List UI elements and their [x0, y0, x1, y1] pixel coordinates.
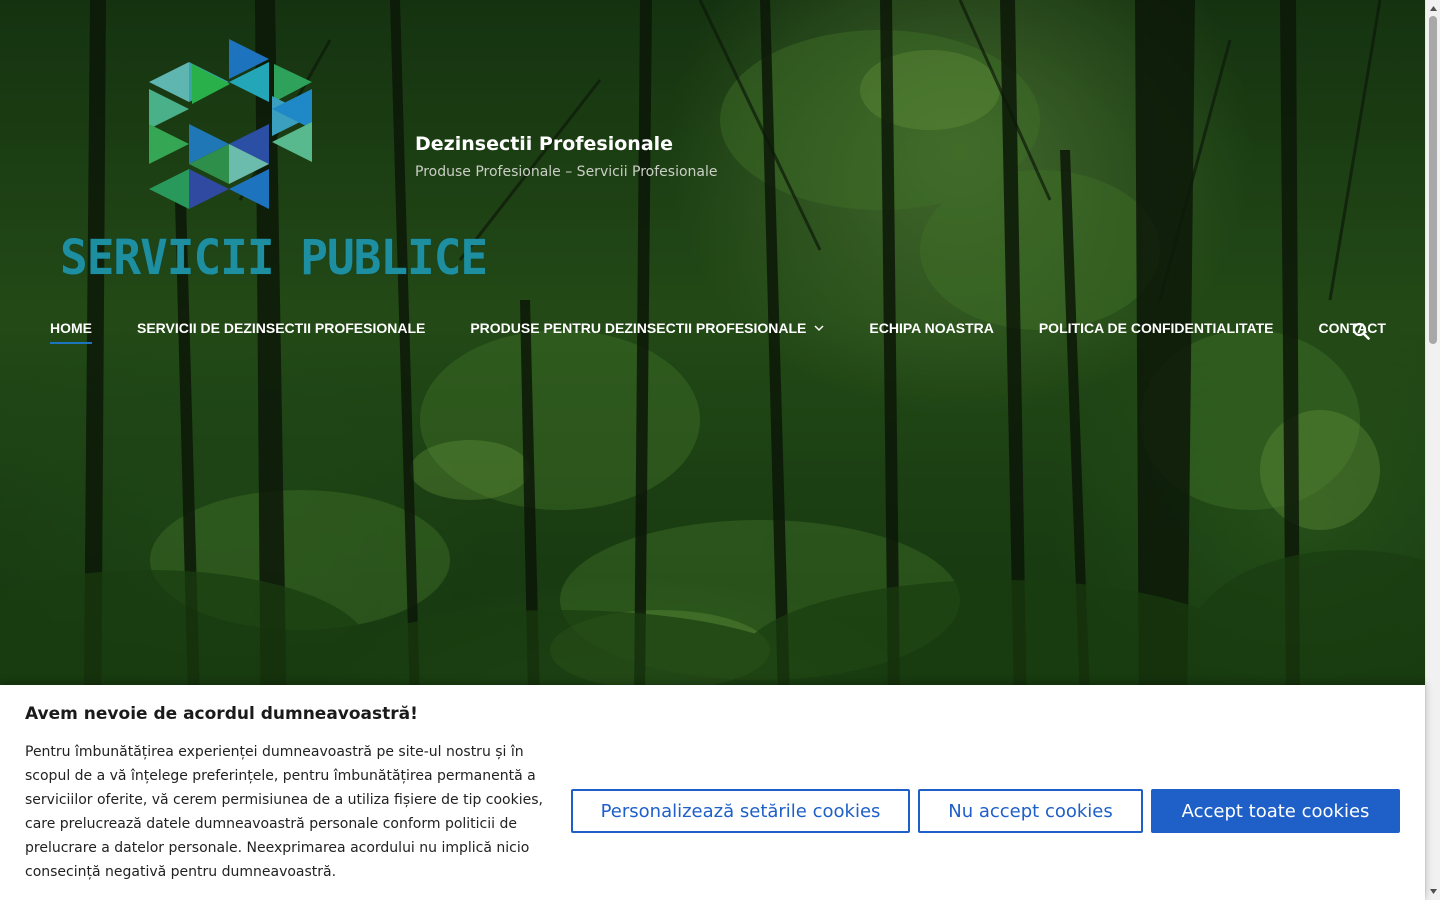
chevron-down-icon — [814, 325, 824, 332]
page-scrollbar[interactable] — [1425, 0, 1440, 900]
accept-cookies-button[interactable]: Accept toate cookies — [1151, 789, 1400, 833]
nav-item-produse[interactable]: PRODUSE PENTRU DEZINSECTII PROFESIONALE — [470, 320, 824, 344]
cookie-title: Avem nevoie de acordul dumneavoastră! — [25, 704, 418, 724]
customize-cookies-button[interactable]: Personalizează setările cookies — [571, 789, 910, 833]
nav-item-servicii[interactable]: SERVICII DE DEZINSECTII PROFESIONALE — [137, 320, 425, 344]
nav-item-home[interactable]: HOME — [50, 320, 92, 344]
nav-item-echipa[interactable]: ECHIPA NOASTRA — [869, 320, 993, 344]
nav-item-label: HOME — [50, 320, 92, 336]
cookie-consent-banner: Avem nevoie de acordul dumneavoastră! Pe… — [0, 685, 1425, 900]
site-tagline: Produse Profesionale – Servicii Profesio… — [415, 164, 718, 180]
search-icon[interactable] — [1352, 322, 1370, 340]
nav-item-label: PRODUSE PENTRU DEZINSECTII PROFESIONALE — [470, 320, 807, 336]
scrollbar-thumb[interactable] — [1429, 16, 1437, 344]
scroll-down-arrow-icon[interactable] — [1429, 887, 1438, 896]
cookie-text: Pentru îmbunătățirea experienței dumneav… — [25, 744, 543, 880]
hexagon-logo-icon — [149, 39, 312, 209]
nav-item-label: ECHIPA NOASTRA — [869, 320, 994, 336]
nav-item-politica[interactable]: POLITICA DE CONFIDENTIALITATE — [1039, 320, 1274, 344]
logo-text: SERVICII PUBLICE — [60, 228, 488, 286]
site-logo[interactable]: SERVICII PUBLICE — [58, 34, 488, 286]
reject-cookies-button[interactable]: Nu accept cookies — [918, 789, 1143, 833]
nav-item-label: SERVICII DE DEZINSECTII PROFESIONALE — [137, 320, 426, 336]
scroll-up-arrow-icon[interactable] — [1429, 4, 1438, 13]
main-navigation: HOME SERVICII DE DEZINSECTII PROFESIONAL… — [50, 320, 1431, 352]
nav-item-label: POLITICA DE CONFIDENTIALITATE — [1038, 320, 1274, 336]
site-title[interactable]: Dezinsectii Profesionale — [415, 133, 673, 155]
